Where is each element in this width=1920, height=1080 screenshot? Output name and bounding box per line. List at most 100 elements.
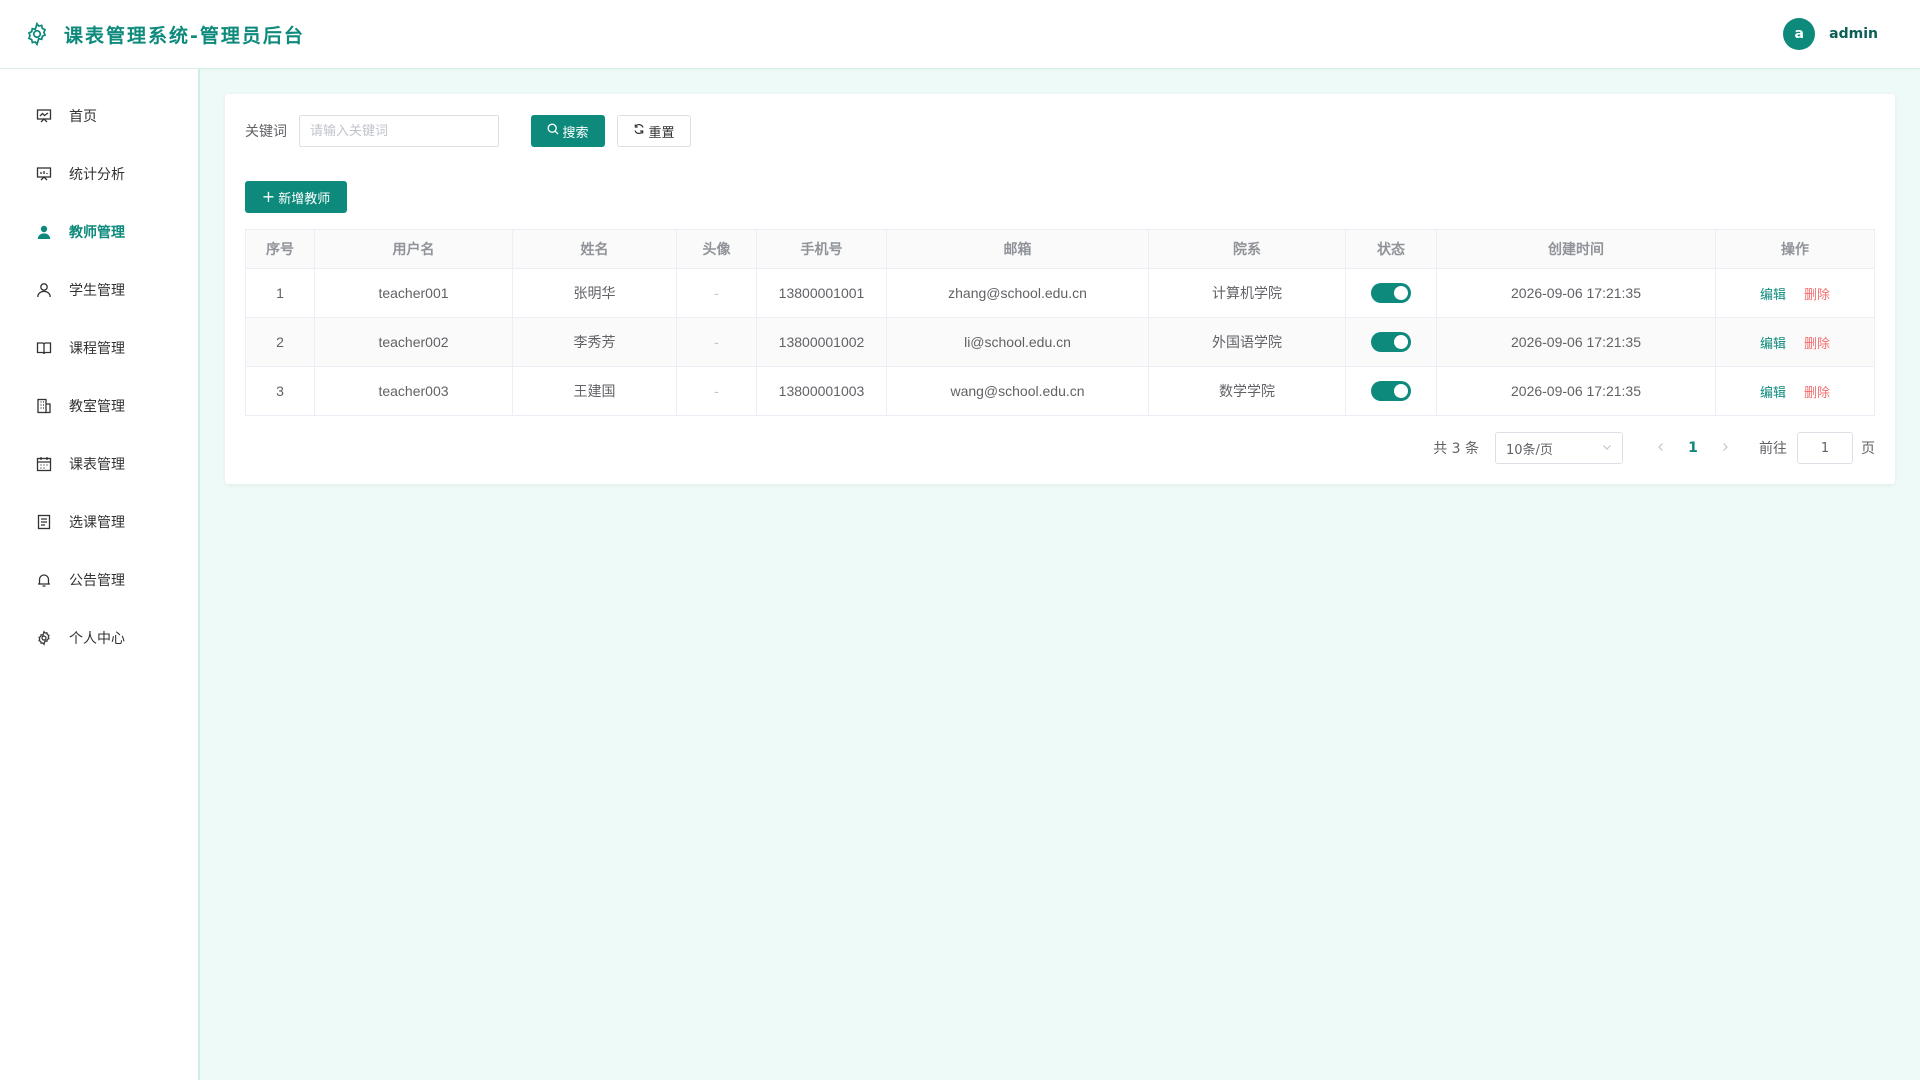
table-row: 3 teacher003 王建国 - 13800001003 wang@scho… xyxy=(245,366,1875,416)
table-row: 1 teacher001 张明华 - 13800001001 zhang@sch… xyxy=(245,268,1875,318)
column-header-department[interactable]: 院系 xyxy=(1148,229,1346,269)
page-size-select[interactable]: 10条/页 xyxy=(1495,432,1623,464)
cell-username: teacher002 xyxy=(314,317,513,367)
reset-button-label: 重置 xyxy=(648,125,675,141)
sidebar-item-label: 个人中心 xyxy=(69,631,125,647)
cell-email: wang@school.edu.cn xyxy=(886,366,1149,416)
toggle-knob xyxy=(1394,335,1408,349)
cell-avatar: - xyxy=(676,366,757,416)
cell-status xyxy=(1345,317,1437,367)
status-toggle[interactable] xyxy=(1371,283,1411,303)
toggle-knob xyxy=(1394,384,1408,398)
sidebar-item-label: 统计分析 xyxy=(69,167,125,183)
cell-username: teacher003 xyxy=(314,366,513,416)
plus-icon: + xyxy=(261,187,276,206)
teacher-table: 序号 用户名 姓名 头像 手机号 邮箱 院系 状态 创建时间 操作 1 teac… xyxy=(245,229,1875,416)
sidebar-item-announcements[interactable]: 公告管理 xyxy=(0,551,198,609)
calendar-icon xyxy=(35,455,53,473)
avatar[interactable]: a xyxy=(1783,18,1816,50)
sidebar-item-statistics[interactable]: 统计分析 xyxy=(0,145,198,203)
page-number[interactable]: 1 xyxy=(1677,440,1709,456)
brand: 课表管理系统-管理员后台 xyxy=(24,21,305,48)
username[interactable]: admin xyxy=(1829,26,1878,42)
user-menu[interactable]: a admin xyxy=(1783,18,1878,50)
search-input[interactable] xyxy=(299,115,499,147)
search-button-label: 搜索 xyxy=(562,125,589,141)
add-teacher-button[interactable]: + 新增教师 xyxy=(245,181,347,213)
user-icon xyxy=(35,281,53,299)
cell-name: 王建国 xyxy=(512,366,677,416)
search-bar: 关键词 搜索 重置 xyxy=(245,115,1875,147)
column-header-index[interactable]: 序号 xyxy=(245,229,315,269)
cell-created: 2026-09-06 17:21:35 xyxy=(1436,366,1716,416)
goto-page-input[interactable] xyxy=(1797,432,1853,464)
chevron-right-icon xyxy=(1723,443,1728,451)
sidebar-item-label: 课表管理 xyxy=(69,457,125,473)
sidebar-item-label: 课程管理 xyxy=(69,341,125,357)
cell-phone: 13800001001 xyxy=(756,268,887,318)
app-title: 课表管理系统-管理员后台 xyxy=(64,24,305,47)
column-header-created[interactable]: 创建时间 xyxy=(1436,229,1716,269)
goto-label: 前往 xyxy=(1759,441,1787,457)
sidebar-item-classrooms[interactable]: 教室管理 xyxy=(0,377,198,435)
edit-button[interactable]: 编辑 xyxy=(1760,385,1786,400)
column-header-username[interactable]: 用户名 xyxy=(314,229,513,269)
sidebar: 首页 统计分析 教师管理 学生管理 课程管理 教室管理 课表管理 选课管理 公告… xyxy=(0,69,200,1080)
search-label: 关键词 xyxy=(245,124,287,140)
sidebar-item-label: 选课管理 xyxy=(69,515,125,531)
status-toggle[interactable] xyxy=(1371,381,1411,401)
cell-status xyxy=(1345,268,1437,318)
teacher-management-panel: 关键词 搜索 重置 + 新增教师 序号 用户名 姓名 头像 手机号 邮箱 院系 xyxy=(225,94,1895,484)
search-button[interactable]: 搜索 xyxy=(531,115,605,147)
delete-button[interactable]: 删除 xyxy=(1804,385,1830,400)
column-header-status[interactable]: 状态 xyxy=(1345,229,1437,269)
cell-created: 2026-09-06 17:21:35 xyxy=(1436,268,1716,318)
building-icon xyxy=(35,397,53,415)
cell-created: 2026-09-06 17:21:35 xyxy=(1436,317,1716,367)
edit-button[interactable]: 编辑 xyxy=(1760,287,1786,302)
user-filled-icon xyxy=(35,223,53,241)
sidebar-item-enrollment[interactable]: 选课管理 xyxy=(0,493,198,551)
book-icon xyxy=(35,339,53,357)
app-header: 课表管理系统-管理员后台 a admin xyxy=(0,0,1920,69)
cell-actions: 编辑 删除 xyxy=(1715,366,1875,416)
cell-avatar: - xyxy=(676,317,757,367)
prev-page-button[interactable] xyxy=(1645,440,1677,456)
column-header-email[interactable]: 邮箱 xyxy=(886,229,1149,269)
delete-button[interactable]: 删除 xyxy=(1804,287,1830,302)
chart-board-icon xyxy=(35,165,53,183)
next-page-button[interactable] xyxy=(1709,440,1741,456)
cell-email: li@school.edu.cn xyxy=(886,317,1149,367)
table-row: 2 teacher002 李秀芳 - 13800001002 li@school… xyxy=(245,317,1875,367)
cell-avatar: - xyxy=(676,268,757,318)
sidebar-item-students[interactable]: 学生管理 xyxy=(0,261,198,319)
sidebar-item-label: 教师管理 xyxy=(69,225,125,241)
cell-phone: 13800001003 xyxy=(756,366,887,416)
sidebar-item-schedule[interactable]: 课表管理 xyxy=(0,435,198,493)
edit-button[interactable]: 编辑 xyxy=(1760,336,1786,351)
column-header-phone[interactable]: 手机号 xyxy=(756,229,887,269)
cell-department: 计算机学院 xyxy=(1148,268,1346,318)
sidebar-item-label: 学生管理 xyxy=(69,283,125,299)
delete-button[interactable]: 删除 xyxy=(1804,336,1830,351)
cell-name: 张明华 xyxy=(512,268,677,318)
column-header-actions[interactable]: 操作 xyxy=(1715,229,1875,269)
sidebar-item-profile[interactable]: 个人中心 xyxy=(0,609,198,667)
pagination: 共 3 条 10条/页 1 前往 页 xyxy=(245,432,1875,464)
sidebar-item-courses[interactable]: 课程管理 xyxy=(0,319,198,377)
cell-department: 外国语学院 xyxy=(1148,317,1346,367)
sidebar-item-teachers[interactable]: 教师管理 xyxy=(0,203,198,261)
presentation-icon xyxy=(35,107,53,125)
status-toggle[interactable] xyxy=(1371,332,1411,352)
total-count: 共 3 条 xyxy=(1433,441,1479,457)
reset-button[interactable]: 重置 xyxy=(617,115,691,147)
page-unit-label: 页 xyxy=(1861,441,1875,457)
sidebar-item-home[interactable]: 首页 xyxy=(0,87,198,145)
sidebar-item-label: 公告管理 xyxy=(69,573,125,589)
cell-index: 2 xyxy=(245,317,315,367)
column-header-avatar[interactable]: 头像 xyxy=(676,229,757,269)
sidebar-item-label: 教室管理 xyxy=(69,399,125,415)
refresh-icon xyxy=(633,123,645,139)
column-header-name[interactable]: 姓名 xyxy=(512,229,677,269)
sidebar-item-label: 首页 xyxy=(69,109,97,125)
